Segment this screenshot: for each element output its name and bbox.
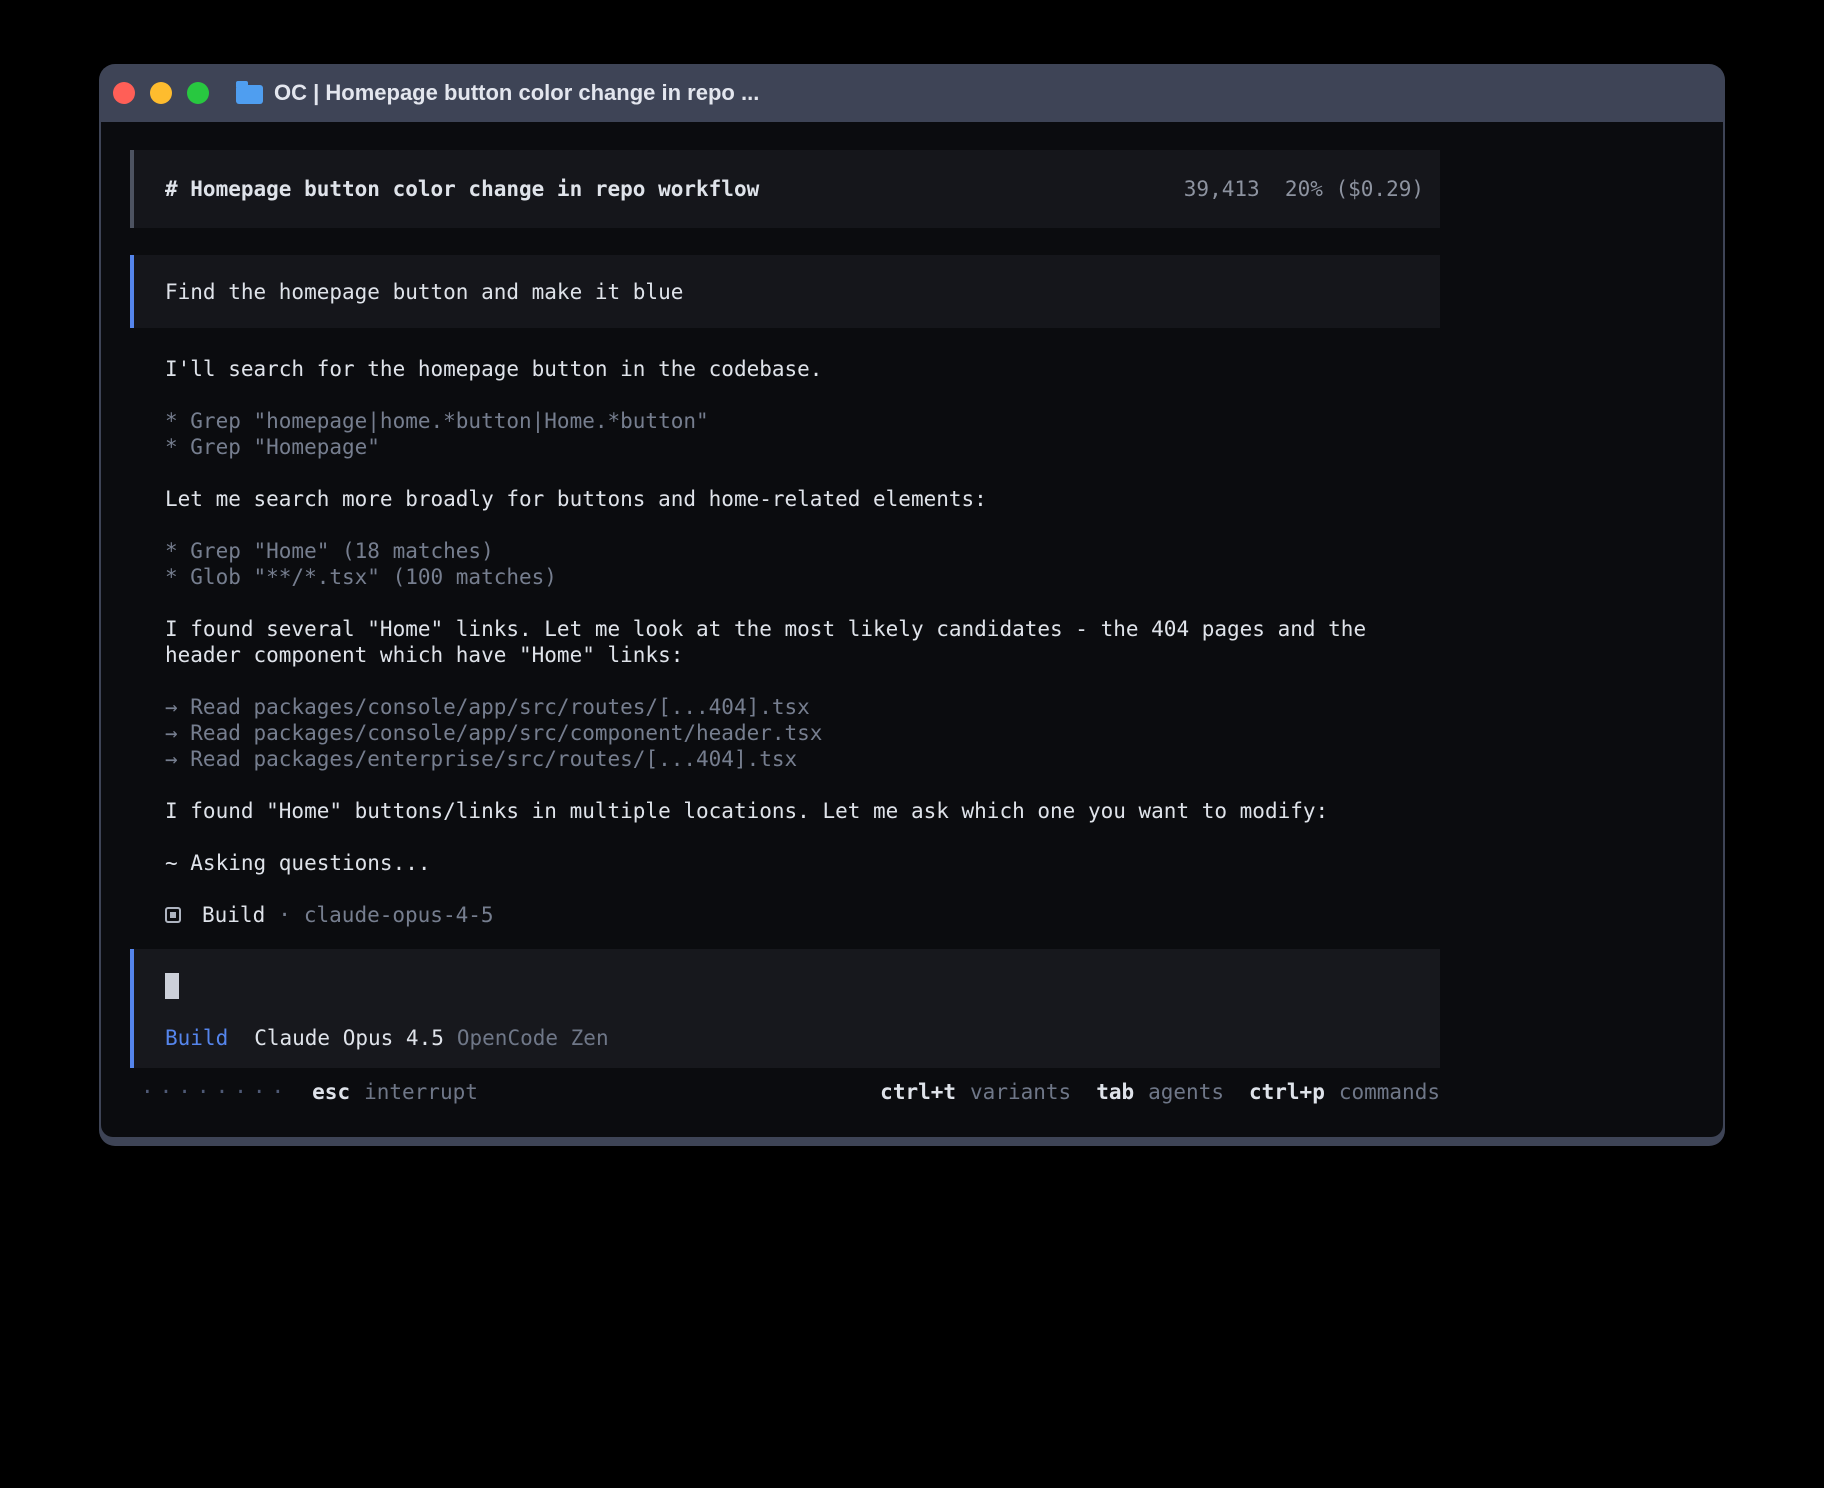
user-message: Find the homepage button and make it blu… bbox=[130, 255, 1440, 328]
tool-call-group: * Grep "Home" (18 matches) * Glob "**/*.… bbox=[165, 538, 1415, 590]
hint-key: ctrl+p bbox=[1249, 1079, 1325, 1105]
tool-call-grep: * Grep "homepage|home.*button|Home.*butt… bbox=[165, 408, 1415, 434]
tool-call-group: → Read packages/console/app/src/routes/[… bbox=[165, 694, 1415, 772]
minimize-button[interactable] bbox=[150, 82, 172, 104]
agent-separator: · bbox=[278, 902, 291, 928]
tool-call-read: → Read packages/console/app/src/componen… bbox=[165, 720, 1415, 746]
hint-variants: ctrl+t variants bbox=[880, 1079, 1071, 1105]
terminal-body: # Homepage button color change in repo w… bbox=[101, 122, 1723, 1137]
hint-label: agents bbox=[1148, 1079, 1224, 1105]
hint-key: ctrl+t bbox=[880, 1079, 956, 1105]
prompt-input-line[interactable] bbox=[165, 973, 1409, 999]
agent-name: Build bbox=[202, 902, 265, 928]
hint-key: tab bbox=[1096, 1079, 1134, 1105]
window-title: OC | Homepage button color change in rep… bbox=[274, 80, 759, 106]
prompt-input[interactable]: Build Claude Opus 4.5 OpenCode Zen bbox=[130, 949, 1440, 1068]
build-agent-icon bbox=[165, 907, 181, 923]
hint-label: interrupt bbox=[364, 1079, 478, 1105]
agent-mode-label: Build bbox=[165, 1025, 228, 1051]
assistant-message-ask: I found "Home" buttons/links in multiple… bbox=[165, 798, 1415, 824]
hint-key: esc bbox=[312, 1079, 350, 1105]
hint-label: variants bbox=[970, 1079, 1071, 1105]
close-button[interactable] bbox=[113, 82, 135, 104]
agent-model: claude-opus-4-5 bbox=[304, 902, 494, 928]
model-label: Claude Opus 4.5 bbox=[254, 1025, 444, 1051]
hint-label: commands bbox=[1339, 1079, 1440, 1105]
provider-label: OpenCode Zen bbox=[457, 1025, 609, 1051]
input-meta-row: Build Claude Opus 4.5 OpenCode Zen bbox=[165, 1025, 1409, 1051]
tool-call-read: → Read packages/enterprise/src/routes/[.… bbox=[165, 746, 1415, 772]
assistant-message-intro: I'll search for the homepage button in t… bbox=[165, 356, 1415, 382]
folder-icon bbox=[236, 85, 263, 104]
tool-call-grep: * Grep "Home" (18 matches) bbox=[165, 538, 1415, 564]
spinner-dots-icon: ········ bbox=[141, 1079, 290, 1105]
user-message-text: Find the homepage button and make it blu… bbox=[165, 279, 683, 305]
session-title: # Homepage button color change in repo w… bbox=[165, 176, 1184, 202]
tool-call-glob: * Glob "**/*.tsx" (100 matches) bbox=[165, 564, 1415, 590]
assistant-message-candidates: I found several "Home" links. Let me loo… bbox=[165, 616, 1415, 668]
session-header: # Homepage button color change in repo w… bbox=[130, 150, 1440, 228]
text-cursor bbox=[165, 973, 179, 999]
session-stats: 39,413 20% ($0.29) bbox=[1184, 176, 1424, 202]
tool-call-group: * Grep "homepage|home.*button|Home.*butt… bbox=[165, 408, 1415, 460]
assistant-message-broaden: Let me search more broadly for buttons a… bbox=[165, 486, 1415, 512]
status-bar-right: ctrl+t variants tab agents ctrl+p comman… bbox=[880, 1079, 1440, 1105]
zoom-button[interactable] bbox=[187, 82, 209, 104]
hint-interrupt: esc interrupt bbox=[312, 1079, 478, 1105]
status-bar: ········ esc interrupt ctrl+t variants t… bbox=[130, 1079, 1440, 1105]
titlebar[interactable]: OC | Homepage button color change in rep… bbox=[101, 64, 1723, 122]
terminal-window: OC | Homepage button color change in rep… bbox=[99, 64, 1725, 1146]
status-bar-left: ········ esc interrupt bbox=[141, 1079, 478, 1105]
hint-agents: tab agents bbox=[1096, 1079, 1224, 1105]
hint-commands: ctrl+p commands bbox=[1249, 1079, 1440, 1105]
terminal-content: # Homepage button color change in repo w… bbox=[101, 122, 1723, 1105]
tool-call-grep: * Grep "Homepage" bbox=[165, 434, 1415, 460]
tool-call-read: → Read packages/console/app/src/routes/[… bbox=[165, 694, 1415, 720]
conversation: I'll search for the homepage button in t… bbox=[130, 356, 1440, 928]
agent-status-row: Build · claude-opus-4-5 bbox=[165, 902, 1415, 928]
asking-status: ~ Asking questions... bbox=[165, 850, 1415, 876]
